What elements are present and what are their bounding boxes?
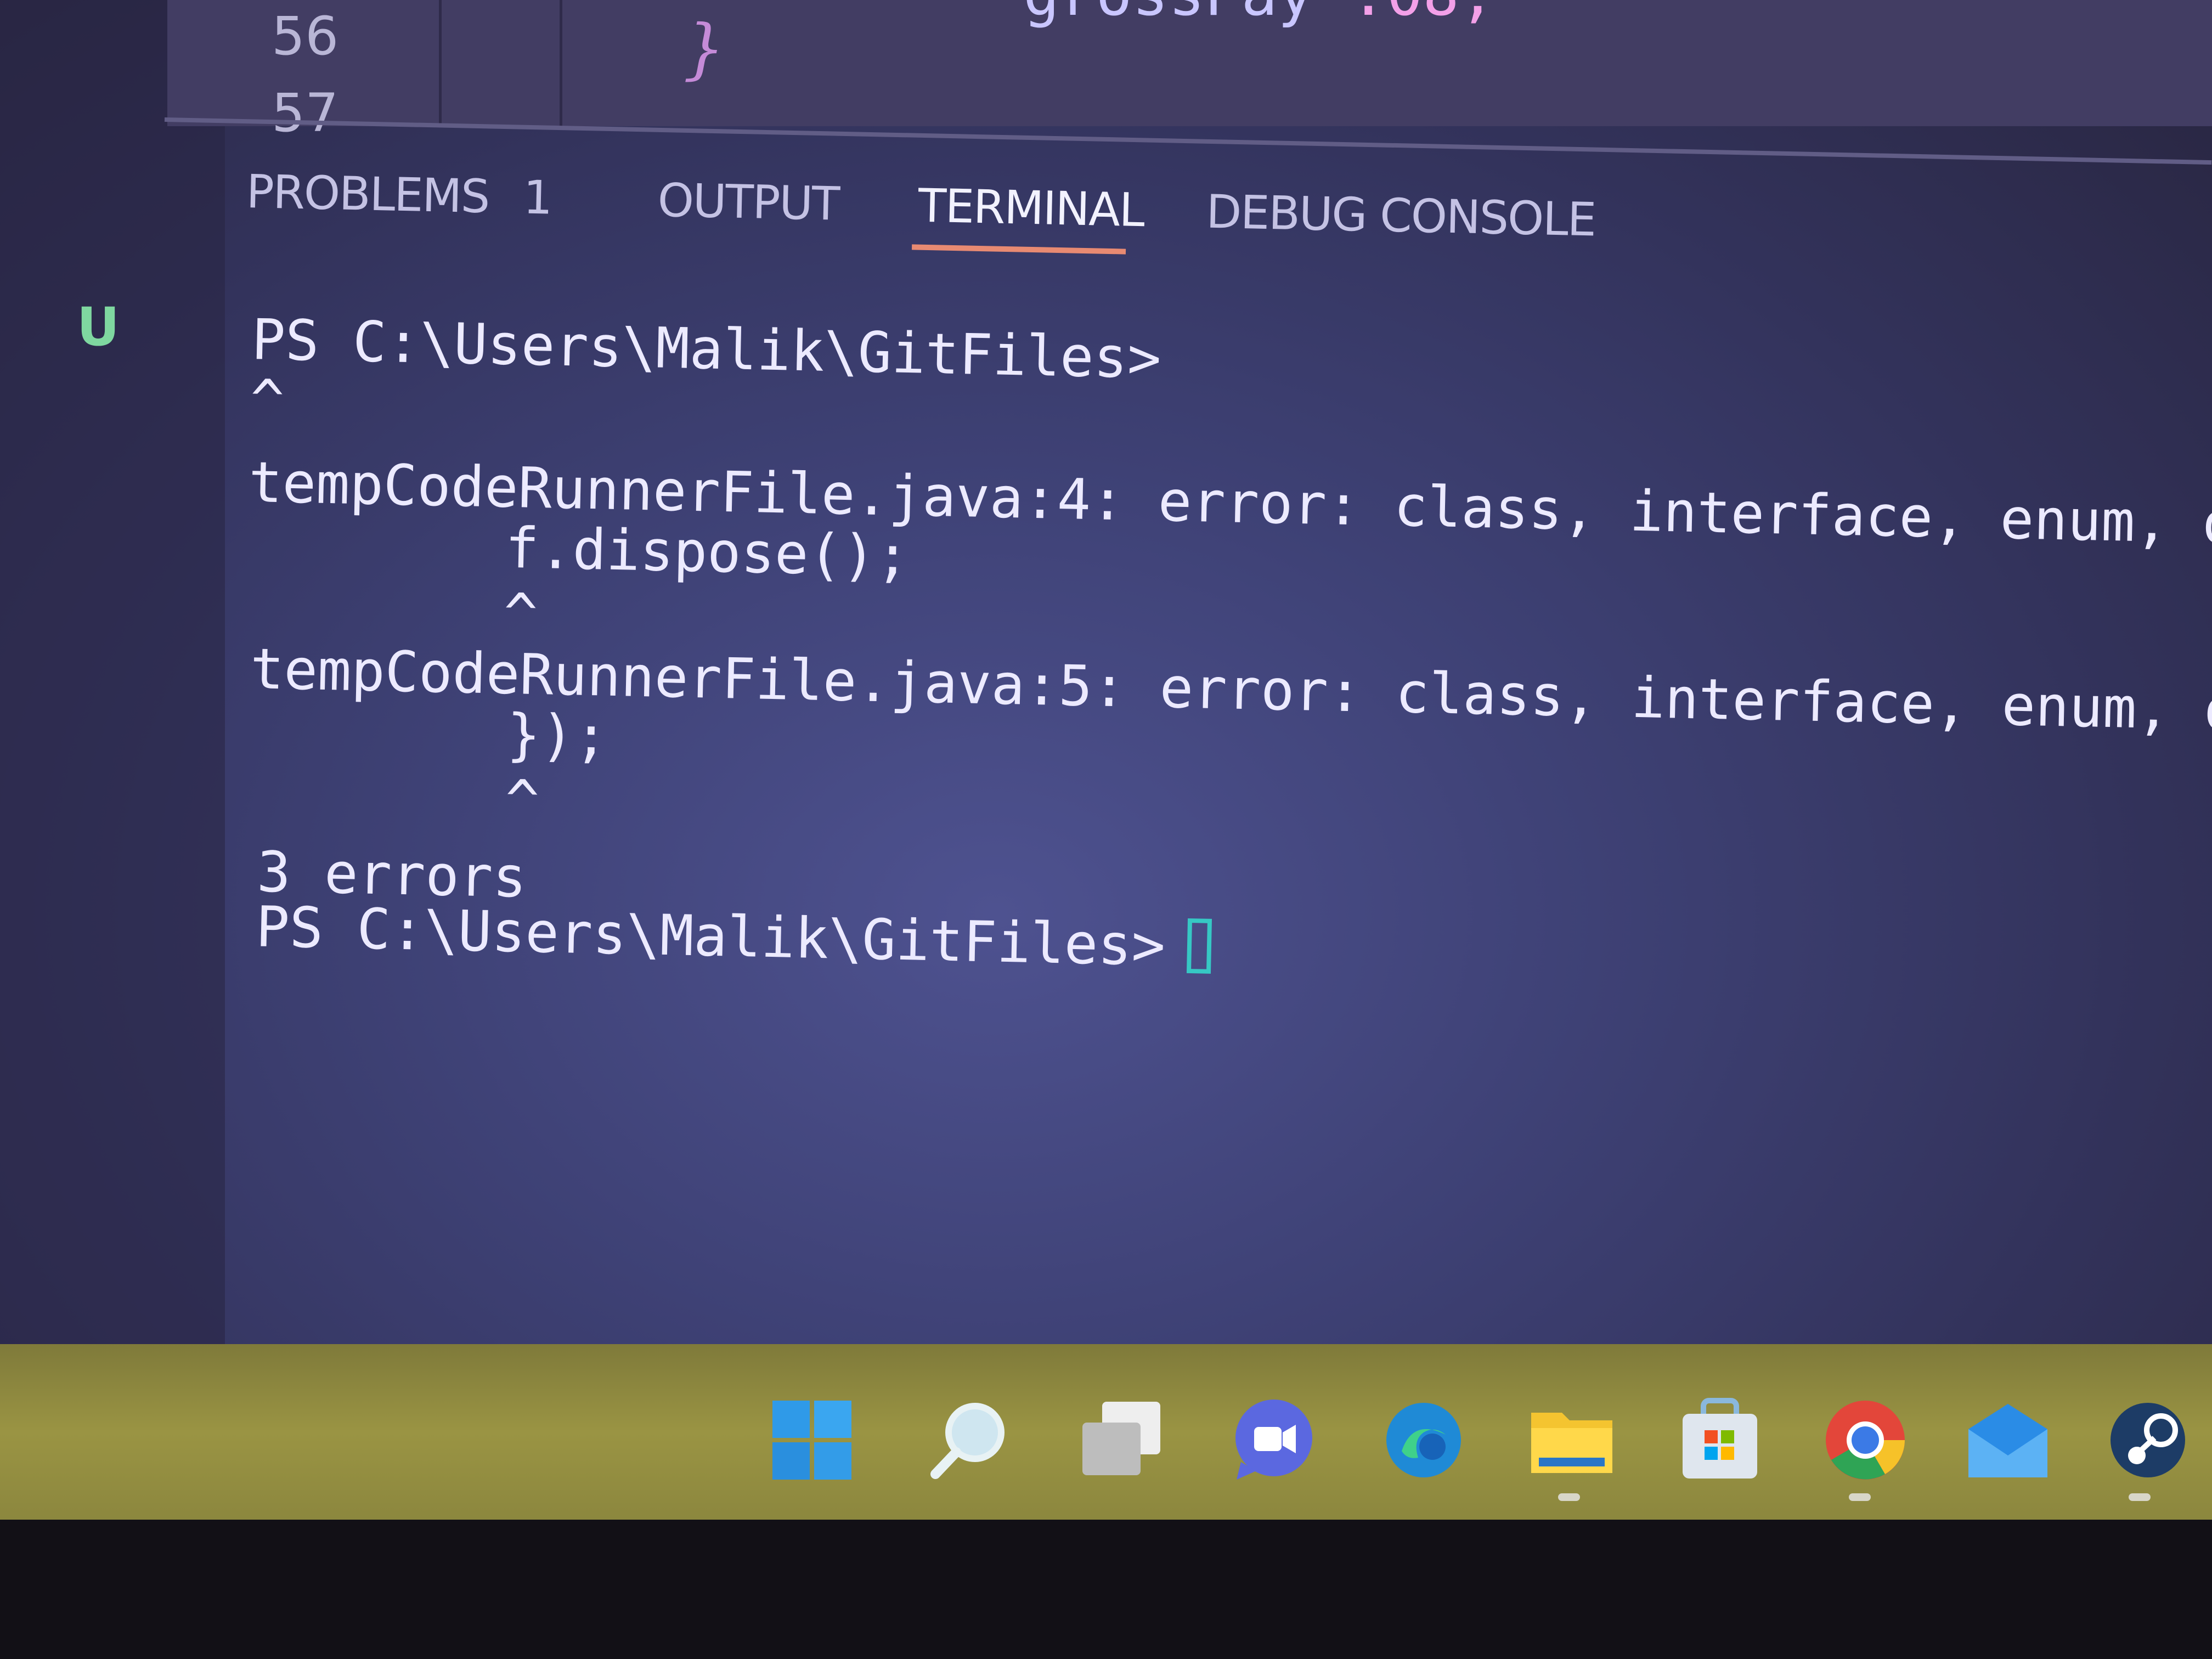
terminal-output[interactable]: PS C:\Users\Malik\GitFiles> ^ tempCodeRu… [239,307,2212,1007]
taskbar [0,1344,2212,1520]
tab-output[interactable]: OUTPUT [657,173,839,231]
monitor-bezel [0,1520,2212,1659]
mail-icon[interactable] [1964,1396,2052,1484]
running-indicator [1558,1493,1580,1501]
running-indicator [1849,1493,1871,1501]
terminal-prompt-text: PS C:\Users\Malik\GitFiles> [255,894,1166,979]
code-editor[interactable]: 56 57 } grossPay .08; [167,0,2212,144]
terminal-prompt: PS C:\Users\Malik\GitFiles> [251,307,1162,392]
microsoft-store-icon[interactable] [1676,1396,1764,1484]
error-caret: ^ [505,768,540,834]
problems-count-badge: 1 [522,170,552,225]
screen: U 56 57 } grossPay .08; PROBLEMS 1 OUTPU… [0,0,2212,1659]
side-gutter: U [0,0,225,1344]
code-fragment-number: .08; [1350,0,1496,29]
error-caret: ^ [503,581,539,647]
teams-chat-icon[interactable] [1229,1396,1317,1484]
tab-problems[interactable]: PROBLEMS [246,165,489,223]
gutter-divider [439,0,442,126]
chrome-browser-icon[interactable] [1821,1396,1909,1484]
panel-tab-bar: PROBLEMS 1 OUTPUT TERMINAL DEBUG CONSOLE [244,165,1596,285]
error-source-line: }); [506,702,609,770]
search-icon[interactable] [924,1396,1012,1484]
running-indicator [2129,1493,2151,1501]
git-untracked-badge: U [77,296,120,358]
line-number: 57 [272,82,339,144]
file-explorer-icon[interactable] [1528,1396,1616,1484]
edge-browser-icon[interactable] [1380,1396,1468,1484]
task-view-icon[interactable] [1078,1396,1166,1484]
line-number: 56 [272,5,339,67]
error-caret: ^ [250,367,285,434]
tab-terminal[interactable]: TERMINAL [918,179,1144,238]
tab-debug-console[interactable]: DEBUG CONSOLE [1206,185,1596,247]
code-closing-brace: } [683,11,725,87]
code-fragment-text: grossPay [1023,0,1350,29]
steam-icon[interactable] [2104,1396,2192,1484]
error-source-line: f.dispose(); [504,515,910,590]
terminal-prompt-current: PS C:\Users\Malik\GitFiles> [255,894,1212,979]
gutter-divider [560,0,562,126]
active-tab-indicator [912,244,1126,255]
terminal-cursor[interactable] [1187,918,1212,974]
windows-start-icon[interactable] [768,1396,856,1484]
code-fragment: grossPay .08; [1023,0,1496,29]
